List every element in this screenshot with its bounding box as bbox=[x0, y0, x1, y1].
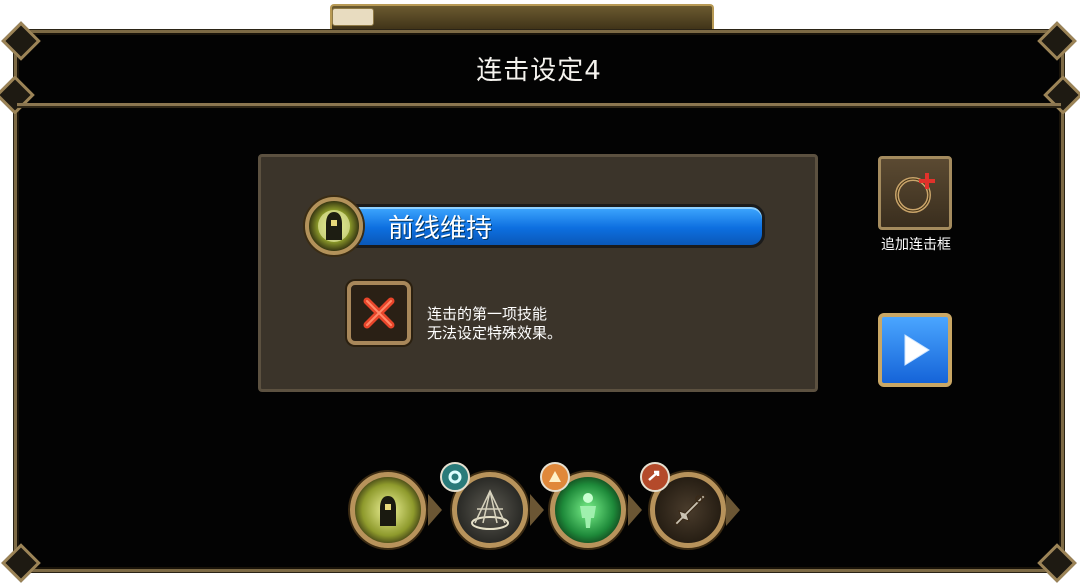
teal-gear-icon bbox=[440, 462, 470, 492]
glowing-figure-icon[interactable] bbox=[305, 197, 363, 255]
note-line: 连击的第一项技能 bbox=[427, 305, 548, 323]
chain-skill-1[interactable] bbox=[350, 472, 426, 548]
ring-plus-icon bbox=[895, 173, 935, 213]
skill-info-box: 前线维持 连击的第一项技能 无法设定特殊效果。 bbox=[258, 154, 818, 392]
chain-arrow bbox=[428, 494, 442, 526]
skill-note: 连击的第一项技能 无法设定特殊效果。 bbox=[427, 305, 562, 343]
page-title: 连击设定4 bbox=[476, 55, 602, 86]
red-arrow-icon bbox=[640, 462, 670, 492]
add-combo-label: 追加连击框 bbox=[881, 237, 951, 253]
chain-arrow bbox=[726, 494, 740, 526]
corner-ornament bbox=[1037, 543, 1077, 583]
note-line: 无法设定特殊效果。 bbox=[427, 324, 563, 342]
top-scroll-ornament bbox=[330, 4, 714, 32]
skill-name: 前线维持 bbox=[388, 213, 493, 244]
selected-skill-bar[interactable]: 前线维持 bbox=[351, 204, 765, 248]
scroll-tab bbox=[332, 8, 374, 26]
title-bar: 连击设定4 bbox=[17, 33, 1061, 106]
chain-arrow bbox=[530, 494, 544, 526]
next-button[interactable] bbox=[878, 313, 952, 387]
kunai-icon bbox=[674, 494, 706, 526]
special-effect-slot[interactable] bbox=[347, 281, 411, 345]
cage-icon bbox=[471, 489, 509, 530]
glowing-figure-icon bbox=[380, 496, 396, 526]
add-combo-button[interactable] bbox=[878, 156, 952, 230]
play-icon bbox=[904, 334, 930, 366]
green-figure-icon bbox=[580, 493, 596, 528]
chain-arrow bbox=[628, 494, 642, 526]
orange-burst-icon bbox=[540, 462, 570, 492]
corner-ornament bbox=[1, 543, 41, 583]
red-x-icon bbox=[363, 297, 395, 329]
